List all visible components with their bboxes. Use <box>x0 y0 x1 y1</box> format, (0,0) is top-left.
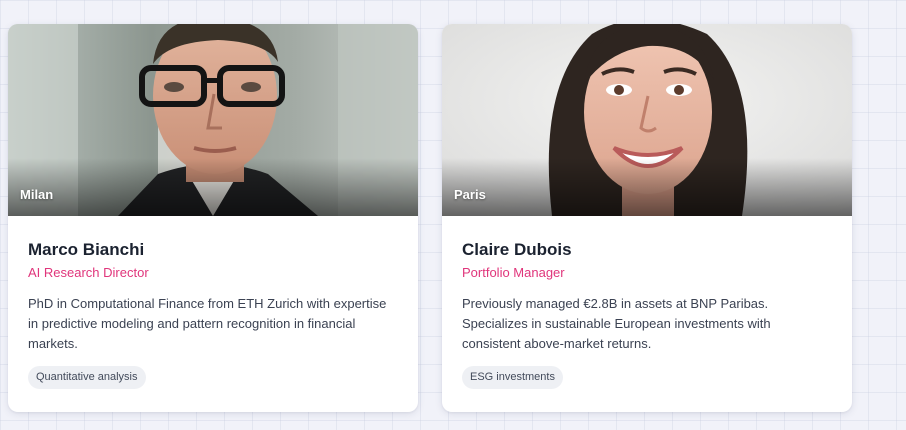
member-bio: Previously managed €2.8B in assets at BN… <box>462 296 771 351</box>
expertise-tag: Quantitative analysis <box>28 366 146 389</box>
member-bio: PhD in Computational Finance from ETH Zu… <box>28 296 387 351</box>
member-name: Claire Dubois <box>462 240 572 259</box>
expertise-tag: ESG investments <box>462 366 563 389</box>
profile-photo: Milan <box>8 24 418 216</box>
photo-gradient-overlay <box>442 158 852 216</box>
member-role: Portfolio Manager <box>462 265 565 280</box>
photo-gradient-overlay <box>8 158 418 216</box>
location-label: Paris <box>454 187 486 202</box>
profile-photo: Paris <box>442 24 852 216</box>
member-name: Marco Bianchi <box>28 240 145 259</box>
team-card-claire-dubois[interactable]: Paris Claire Dubois Portfolio Manager Pr… <box>442 24 852 412</box>
location-label: Milan <box>20 187 54 202</box>
team-card-marco-bianchi[interactable]: Milan Marco Bianchi AI Research Director… <box>8 24 418 412</box>
member-role: AI Research Director <box>28 265 149 280</box>
